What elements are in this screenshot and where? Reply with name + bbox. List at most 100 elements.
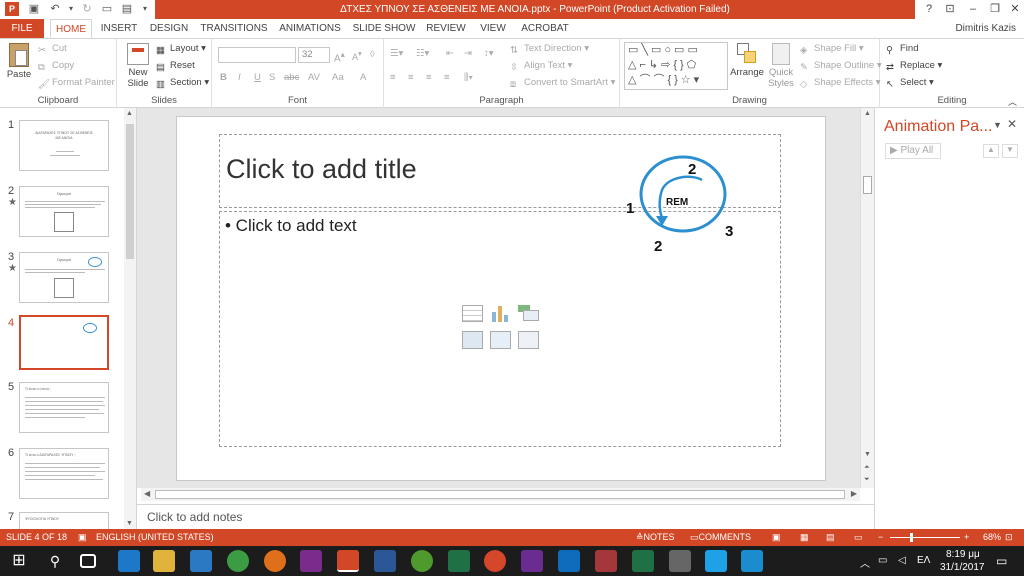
find-button[interactable]: ⚲ Find [886, 43, 918, 56]
app-icon[interactable] [484, 550, 506, 572]
app-icon-2[interactable] [669, 550, 691, 572]
input-language[interactable]: ΕΛ [917, 555, 930, 566]
open-icon[interactable]: ▤ [120, 2, 134, 16]
copy-button[interactable]: ⧉ Copy [38, 60, 74, 73]
tab-home[interactable]: HOME [50, 19, 92, 38]
access-icon[interactable] [595, 550, 617, 572]
format-painter-button[interactable]: 🖌 Format Painter [38, 77, 115, 90]
slide-thumbnail-7[interactable]: ΦΥΣΙΟΛΟΓΙΑ ΥΠΝΟΥ [19, 512, 109, 529]
reset-button[interactable]: ▤ Reset [156, 60, 195, 73]
insert-chart-icon[interactable] [490, 305, 511, 322]
editor-vertical-scrollbar[interactable]: ▲ ▼ ⏶ ⏷ [860, 108, 874, 488]
underline-button[interactable]: U [254, 72, 261, 83]
justify-button[interactable]: ≡ [444, 72, 450, 83]
align-text-button[interactable]: ⇳ Align Text ▾ [510, 60, 572, 73]
restore-button[interactable]: ❐ [984, 0, 1006, 19]
zoom-slider-thumb[interactable] [910, 533, 913, 542]
rem-sleep-cycle-diagram[interactable]: REM 1 2 2 3 [620, 150, 750, 255]
outlook-icon[interactable] [558, 550, 580, 572]
slide-show-view-icon[interactable]: ▭ [854, 529, 863, 546]
powerpoint-taskbar-icon[interactable] [337, 550, 359, 572]
infopath-icon[interactable] [521, 550, 543, 572]
notifications-icon[interactable]: ▭ [996, 554, 1007, 568]
skype-icon[interactable] [705, 550, 727, 572]
ribbon-display-icon[interactable]: ⊡ [939, 0, 961, 19]
editor-horizontal-scrollbar[interactable]: ◀ ▶ [141, 488, 860, 501]
slide-thumbnail-4[interactable] [19, 315, 109, 370]
network-icon[interactable]: ▭ [878, 555, 887, 566]
bold-button[interactable]: B [220, 72, 227, 83]
tab-acrobat[interactable]: ACROBAT [518, 19, 572, 38]
notes-toggle[interactable]: ≙ NOTES [636, 529, 675, 546]
insert-online-picture-icon[interactable] [490, 331, 511, 349]
slide-thumbnail-3[interactable]: Ορισμοί [19, 252, 109, 303]
scroll-down-icon[interactable]: ▼ [864, 451, 871, 458]
italic-button[interactable]: I [238, 72, 241, 83]
onenote-icon[interactable] [300, 550, 322, 572]
insert-smartart-icon[interactable] [518, 305, 540, 322]
font-color-button[interactable]: A [360, 72, 366, 83]
word-icon[interactable] [374, 550, 396, 572]
undo-icon[interactable]: ↶ [48, 2, 62, 16]
scroll-left-icon[interactable]: ◀ [144, 489, 150, 498]
grow-font-button[interactable]: A▴ [334, 49, 345, 64]
scroll-right-icon[interactable]: ▶ [851, 489, 857, 498]
close-pane-icon[interactable]: ✕ [1007, 117, 1017, 131]
numbering-button[interactable]: ☷▾ [416, 48, 429, 59]
decrease-indent-button[interactable]: ⇤ [446, 48, 454, 59]
paste-button[interactable]: Paste [4, 43, 34, 80]
app-icon-3[interactable] [741, 550, 763, 572]
save-icon[interactable]: ▣ [27, 2, 41, 16]
tab-transitions[interactable]: TRANSITIONS [198, 19, 270, 38]
task-view-icon[interactable] [80, 554, 96, 568]
font-size-field[interactable]: 32 [298, 47, 330, 63]
firefox-icon[interactable] [264, 550, 286, 572]
slide-sorter-icon[interactable]: ▦ [800, 529, 809, 546]
windows-start-icon[interactable]: ⊞ [8, 550, 30, 572]
convert-smartart-button[interactable]: ⧈ Convert to SmartArt ▾ [510, 77, 615, 90]
collapse-ribbon-icon[interactable]: ︿ [1008, 95, 1017, 108]
scroll-up-icon[interactable]: ▲ [864, 110, 871, 117]
next-slide-icon[interactable]: ⏷ [864, 476, 870, 484]
columns-button[interactable]: ⫼▾ [464, 72, 473, 83]
zoom-slider[interactable] [890, 537, 960, 538]
clock-time[interactable]: 8:19 μμ [946, 549, 980, 560]
file-explorer-icon[interactable] [153, 550, 175, 572]
layout-button[interactable]: ▦ Layout ▾ [156, 43, 206, 56]
zoom-level[interactable]: 68% [983, 529, 1001, 546]
shape-outline-button[interactable]: ✎ Shape Outline ▾ [800, 60, 882, 73]
tab-slide-show[interactable]: SLIDE SHOW [352, 19, 416, 38]
slide-thumbnail-2[interactable]: Ορισμοί [19, 186, 109, 237]
move-down-icon[interactable]: ▼ [1002, 144, 1018, 158]
new-slide-button[interactable]: New Slide [122, 43, 154, 89]
slide-thumbnail-6[interactable]: Τι είναι ο ΔΙΑΤΑΡΑΧΕΣ ΥΠΝΟΥ ; [19, 448, 109, 499]
scroll-down-icon[interactable]: ▼ [126, 520, 133, 527]
scroll-thumb[interactable] [155, 490, 845, 499]
close-button[interactable]: ✕ [1004, 0, 1024, 19]
redo-icon[interactable]: ↻ [80, 2, 94, 16]
tab-insert[interactable]: INSERT [98, 19, 140, 38]
line-spacing-button[interactable]: ↕▾ [484, 48, 494, 59]
minimize-button[interactable]: – [962, 0, 984, 19]
tab-view[interactable]: VIEW [476, 19, 510, 38]
search-icon[interactable]: ⚲ [44, 550, 66, 572]
move-up-icon[interactable]: ▲ [983, 144, 999, 158]
insert-picture-icon[interactable] [462, 331, 483, 349]
font-name-field[interactable] [218, 47, 296, 63]
tab-design[interactable]: DESIGN [148, 19, 190, 38]
insert-table-icon[interactable] [462, 305, 483, 322]
fit-slide-icon[interactable]: ⊡ [1005, 529, 1013, 546]
excel-icon[interactable] [632, 550, 654, 572]
scroll-thumb[interactable] [126, 124, 134, 259]
tab-review[interactable]: REVIEW [424, 19, 468, 38]
tab-file[interactable]: FILE [0, 19, 44, 38]
char-spacing-button[interactable]: AV [308, 72, 320, 83]
tab-animations[interactable]: ANIMATIONS [276, 19, 344, 38]
tray-expand-icon[interactable]: ︿ [860, 555, 870, 570]
utorrent-icon[interactable] [411, 550, 433, 572]
slide-thumbnail-5[interactable]: Τι είναι ο ύπνος ; [19, 382, 109, 433]
previous-slide-icon[interactable]: ⏶ [864, 464, 870, 472]
text-direction-button[interactable]: ⇅ Text Direction ▾ [510, 43, 589, 56]
zoom-in-icon[interactable]: + [964, 529, 969, 546]
customize-toolbar-icon[interactable]: ▾ [138, 2, 152, 16]
